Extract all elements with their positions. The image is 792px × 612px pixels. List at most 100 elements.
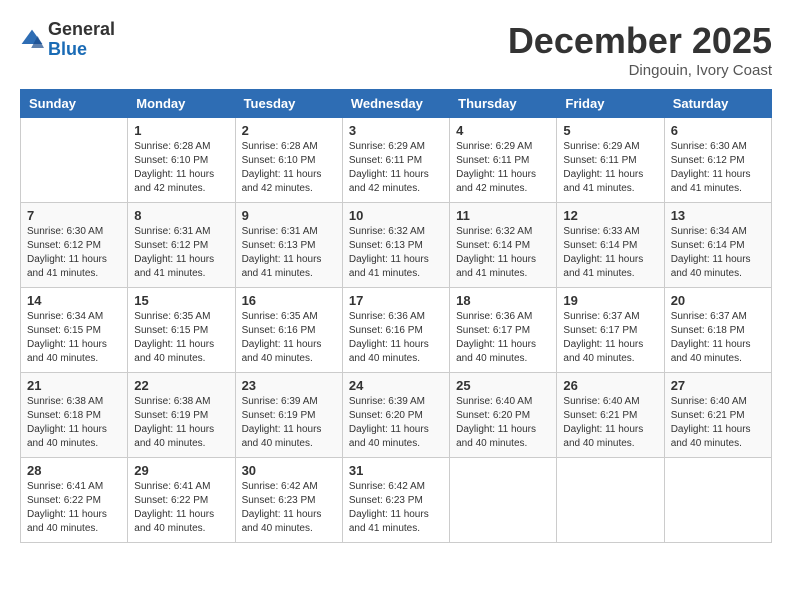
calendar-cell: 16 Sunrise: 6:35 AM Sunset: 6:16 PM Dayli… [235,288,342,373]
day-info: Sunrise: 6:39 AM Sunset: 6:20 PM Dayligh… [349,395,443,451]
title-block: December 2025 Dingouin, Ivory Coast [508,20,772,79]
calendar-week-2: 7 Sunrise: 6:30 AM Sunset: 6:12 PM Daylig… [21,203,772,288]
page-header: General Blue December 2025 Dingouin, Ivo… [20,20,772,79]
day-number: 18 [456,293,550,308]
calendar-cell [557,458,664,543]
day-info: Sunrise: 6:32 AM Sunset: 6:14 PM Dayligh… [456,225,550,281]
day-number: 9 [242,208,336,223]
day-number: 27 [671,378,765,393]
logo-text: General Blue [48,20,115,60]
calendar-cell: 22 Sunrise: 6:38 AM Sunset: 6:19 PM Dayli… [128,373,235,458]
calendar-cell: 2Sunrise: 6:28 AM Sunset: 6:10 PM Daylig… [235,118,342,203]
calendar-cell: 17 Sunrise: 6:36 AM Sunset: 6:16 PM Dayli… [342,288,449,373]
day-number: 12 [563,208,657,223]
day-info: Sunrise: 6:36 AM Sunset: 6:16 PM Dayligh… [349,310,443,366]
day-info: Sunrise: 6:34 AM Sunset: 6:15 PM Dayligh… [27,310,121,366]
logo-blue: Blue [48,40,115,60]
day-info: Sunrise: 6:42 AM Sunset: 6:23 PM Dayligh… [349,480,443,536]
month-title: December 2025 [508,20,772,62]
day-info: Sunrise: 6:30 AM Sunset: 6:12 PM Dayligh… [27,225,121,281]
day-number: 7 [27,208,121,223]
day-number: 6 [671,123,765,138]
calendar-cell: 11 Sunrise: 6:32 AM Sunset: 6:14 PM Dayli… [450,203,557,288]
day-info: Sunrise: 6:34 AM Sunset: 6:14 PM Dayligh… [671,225,765,281]
day-info: Sunrise: 6:41 AM Sunset: 6:22 PM Dayligh… [134,480,228,536]
day-number: 30 [242,463,336,478]
day-number: 24 [349,378,443,393]
day-number: 17 [349,293,443,308]
calendar-cell: 20 Sunrise: 6:37 AM Sunset: 6:18 PM Dayli… [664,288,771,373]
day-info: Sunrise: 6:40 AM Sunset: 6:21 PM Dayligh… [671,395,765,451]
calendar-cell: 26 Sunrise: 6:40 AM Sunset: 6:21 PM Dayli… [557,373,664,458]
logo-general: General [48,20,115,40]
day-number: 13 [671,208,765,223]
day-info: Sunrise: 6:28 AM Sunset: 6:10 PM Dayligh… [134,140,228,196]
day-number: 23 [242,378,336,393]
weekday-header-tuesday: Tuesday [235,90,342,118]
logo: General Blue [20,20,115,60]
day-info: Sunrise: 6:36 AM Sunset: 6:17 PM Dayligh… [456,310,550,366]
day-info: Sunrise: 6:31 AM Sunset: 6:13 PM Dayligh… [242,225,336,281]
calendar-cell: 19 Sunrise: 6:37 AM Sunset: 6:17 PM Dayli… [557,288,664,373]
calendar-cell: 3 Sunrise: 6:29 AM Sunset: 6:11 PM Daylig… [342,118,449,203]
day-number: 14 [27,293,121,308]
calendar-cell: 27 Sunrise: 6:40 AM Sunset: 6:21 PM Dayli… [664,373,771,458]
day-info: Sunrise: 6:39 AM Sunset: 6:19 PM Dayligh… [242,395,336,451]
day-number: 28 [27,463,121,478]
day-number: 16 [242,293,336,308]
day-number: 26 [563,378,657,393]
weekday-header-wednesday: Wednesday [342,90,449,118]
calendar-cell: 15Sunrise: 6:35 AM Sunset: 6:15 PM Dayli… [128,288,235,373]
weekday-header-thursday: Thursday [450,90,557,118]
day-info: Sunrise: 6:29 AM Sunset: 6:11 PM Dayligh… [349,140,443,196]
day-number: 22 [134,378,228,393]
calendar-cell: 7 Sunrise: 6:30 AM Sunset: 6:12 PM Daylig… [21,203,128,288]
calendar-cell: 5 Sunrise: 6:29 AM Sunset: 6:11 PM Daylig… [557,118,664,203]
day-info: Sunrise: 6:33 AM Sunset: 6:14 PM Dayligh… [563,225,657,281]
day-info: Sunrise: 6:30 AM Sunset: 6:12 PM Dayligh… [671,140,765,196]
weekday-header-friday: Friday [557,90,664,118]
day-number: 20 [671,293,765,308]
calendar-cell: 13 Sunrise: 6:34 AM Sunset: 6:14 PM Dayli… [664,203,771,288]
weekday-header-saturday: Saturday [664,90,771,118]
calendar-cell: 8Sunrise: 6:31 AM Sunset: 6:12 PM Daylig… [128,203,235,288]
day-number: 4 [456,123,550,138]
day-info: Sunrise: 6:42 AM Sunset: 6:23 PM Dayligh… [242,480,336,536]
weekday-header-sunday: Sunday [21,90,128,118]
day-number: 29 [134,463,228,478]
day-info: Sunrise: 6:29 AM Sunset: 6:11 PM Dayligh… [563,140,657,196]
day-info: Sunrise: 6:37 AM Sunset: 6:17 PM Dayligh… [563,310,657,366]
day-number: 5 [563,123,657,138]
day-info: Sunrise: 6:37 AM Sunset: 6:18 PM Dayligh… [671,310,765,366]
calendar-cell: 21Sunrise: 6:38 AM Sunset: 6:18 PM Dayli… [21,373,128,458]
day-number: 1 [134,123,228,138]
calendar-week-3: 14 Sunrise: 6:34 AM Sunset: 6:15 PM Dayli… [21,288,772,373]
day-info: Sunrise: 6:35 AM Sunset: 6:16 PM Dayligh… [242,310,336,366]
location: Dingouin, Ivory Coast [508,62,772,79]
day-info: Sunrise: 6:40 AM Sunset: 6:20 PM Dayligh… [456,395,550,451]
calendar-cell: 30 Sunrise: 6:42 AM Sunset: 6:23 PM Dayli… [235,458,342,543]
calendar-cell: 12 Sunrise: 6:33 AM Sunset: 6:14 PM Dayli… [557,203,664,288]
day-info: Sunrise: 6:38 AM Sunset: 6:18 PM Dayligh… [27,395,121,451]
calendar-cell: 10Sunrise: 6:32 AM Sunset: 6:13 PM Dayli… [342,203,449,288]
day-number: 11 [456,208,550,223]
calendar-cell: 25Sunrise: 6:40 AM Sunset: 6:20 PM Dayli… [450,373,557,458]
calendar-cell: 14 Sunrise: 6:34 AM Sunset: 6:15 PM Dayli… [21,288,128,373]
day-number: 19 [563,293,657,308]
day-number: 15 [134,293,228,308]
weekday-header-row: SundayMondayTuesdayWednesdayThursdayFrid… [21,90,772,118]
calendar-cell: 4Sunrise: 6:29 AM Sunset: 6:11 PM Daylig… [450,118,557,203]
calendar-cell: 1 Sunrise: 6:28 AM Sunset: 6:10 PM Daylig… [128,118,235,203]
calendar-cell [664,458,771,543]
calendar-cell: 18 Sunrise: 6:36 AM Sunset: 6:17 PM Dayli… [450,288,557,373]
calendar-cell: 29 Sunrise: 6:41 AM Sunset: 6:22 PM Dayli… [128,458,235,543]
day-number: 10 [349,208,443,223]
day-info: Sunrise: 6:31 AM Sunset: 6:12 PM Dayligh… [134,225,228,281]
day-info: Sunrise: 6:38 AM Sunset: 6:19 PM Dayligh… [134,395,228,451]
day-info: Sunrise: 6:40 AM Sunset: 6:21 PM Dayligh… [563,395,657,451]
day-number: 31 [349,463,443,478]
weekday-header-monday: Monday [128,90,235,118]
calendar-week-5: 28 Sunrise: 6:41 AM Sunset: 6:22 PM Dayli… [21,458,772,543]
day-number: 3 [349,123,443,138]
calendar-week-1: 1 Sunrise: 6:28 AM Sunset: 6:10 PM Daylig… [21,118,772,203]
